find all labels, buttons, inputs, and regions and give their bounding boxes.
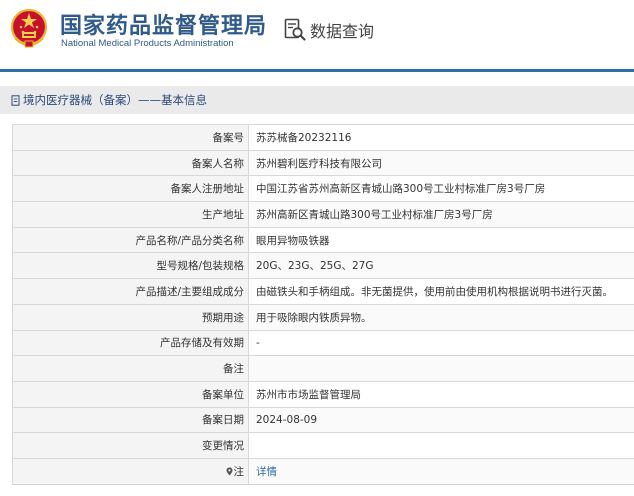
details-link[interactable]: 详情: [256, 466, 277, 478]
field-value: 苏州碧利医疗科技有限公司: [248, 149, 634, 177]
table-row: 备案单位 苏州市市场监督管理局: [12, 380, 634, 408]
field-label-text: 变更情况: [202, 440, 244, 453]
field-label: 生产地址: [12, 201, 249, 228]
field-value-text: 2024-08-09: [256, 413, 318, 426]
field-label: 备案人注册地址: [12, 175, 249, 203]
data-query-link[interactable]: 数据查询: [284, 18, 374, 42]
field-value: 苏州高新区青城山路300号工业村标准厂房3号厂房: [248, 201, 634, 228]
table-row: 预期用途 用于吸除眼内铁质异物。: [12, 303, 634, 331]
field-value: -: [248, 329, 634, 357]
table-row: 备案人注册地址 中国江苏省苏州高新区青城山路300号工业村标准厂房3号厂房: [12, 175, 634, 203]
field-value-text: 用于吸除眼内铁质异物。: [256, 311, 372, 324]
field-label: 备案号: [12, 124, 249, 151]
data-query-label: 数据查询: [310, 22, 375, 41]
field-label-text: 产品名称/产品分类名称: [135, 234, 244, 247]
field-value: 用于吸除眼内铁质异物。: [248, 303, 634, 331]
site-title-cn: 国家药品监督管理局: [60, 14, 268, 39]
field-value: 由磁铁头和手柄组成。非无菌提供，使用前由使用机构根据说明书进行灭菌。: [248, 278, 634, 305]
record-detail-table: 备案号 苏苏械备20232116 备案人名称 苏州碧利医疗科技有限公司 备案人注册地址中…: [12, 124, 634, 485]
table-row: 备注: [12, 355, 634, 382]
document-icon: [11, 94, 20, 106]
field-label: 预期用途: [12, 303, 249, 331]
field-value-text: -: [256, 336, 260, 349]
field-value: 中国江苏省苏州高新区青城山路300号工业村标准厂房3号厂房: [248, 175, 634, 203]
field-label: 产品名称/产品分类名称: [12, 226, 249, 254]
field-value-text: 苏州高新区青城山路300号工业村标准厂房3号厂房: [256, 208, 493, 221]
table-row: 型号规格/包装规格 20G、23G、25G、27G: [12, 252, 634, 280]
field-label-text: 备注: [223, 363, 244, 376]
table-row: 生产地址 苏州高新区青城山路300号工业村标准厂房3号厂房: [12, 201, 634, 228]
field-value-text: 眼用异物吸铁器: [256, 234, 330, 247]
table-row: 产品描述/主要组成成分 由磁铁头和手柄组成。非无菌提供，使用前由使用机构根据说明书…: [12, 278, 634, 305]
field-label: 型号规格/包装规格: [12, 252, 249, 280]
field-value-text: 20G、23G、25G、27G: [256, 260, 374, 273]
table-row: 产品存储及有效期 -: [12, 329, 634, 357]
site-title-en: National Medical Products Administration: [61, 38, 234, 49]
field-value: 眼用异物吸铁器: [248, 226, 634, 254]
field-label-text: 预期用途: [202, 311, 244, 324]
location-pin-icon: [226, 467, 232, 476]
field-value-text: 苏苏械备20232116: [256, 131, 352, 144]
field-label: 备注: [12, 355, 249, 382]
field-label: 产品描述/主要组成成分: [12, 278, 249, 305]
field-label-text: 备案单位: [202, 388, 244, 401]
field-value: [248, 355, 634, 382]
field-label: 注: [12, 457, 249, 485]
table-row: 备案日期 2024-08-09: [12, 406, 634, 434]
field-label-text: 备案人注册地址: [170, 183, 245, 196]
field-value: 2024-08-09: [248, 406, 634, 434]
field-label-text: 注: [233, 465, 245, 478]
field-label: 产品存储及有效期: [12, 329, 249, 357]
table-row: 备案号 苏苏械备20232116: [12, 124, 634, 151]
table-row: 产品名称/产品分类名称 眼用异物吸铁器: [12, 226, 634, 254]
field-value-text: 中国江苏省苏州高新区青城山路300号工业村标准厂房3号厂房: [256, 183, 546, 196]
field-label-text: 产品描述/主要组成成分: [135, 285, 244, 298]
field-label: 备案单位: [12, 380, 249, 408]
national-emblem-icon: [10, 8, 48, 48]
field-label-text: 生产地址: [202, 208, 244, 221]
field-label-text: 型号规格/包装规格: [156, 260, 244, 273]
table-row: 变更情况: [12, 432, 634, 459]
field-label-text: 备案日期: [202, 414, 244, 427]
field-label-text: 产品存储及有效期: [160, 337, 244, 350]
field-label-text: 备案人名称: [191, 157, 245, 170]
field-label: 备案人名称: [12, 149, 249, 177]
field-value: 苏州市市场监督管理局: [248, 380, 634, 408]
header-divider: [0, 69, 634, 72]
site-header: 国家药品监督管理局 National Medical Products Admi…: [0, 0, 634, 72]
table-row: 备案人名称 苏州碧利医疗科技有限公司: [12, 149, 634, 177]
field-value: [248, 432, 634, 459]
field-value: 详情: [248, 457, 634, 485]
data-query-icon: [284, 18, 306, 41]
field-value-text: 苏州市市场监督管理局: [256, 388, 361, 401]
table-row: 注详情: [12, 457, 634, 485]
field-value: 20G、23G、25G、27G: [248, 252, 634, 280]
field-value-text: 由磁铁头和手柄组成。非无菌提供，使用前由使用机构根据说明书进行灭菌。: [256, 285, 613, 298]
field-value: 苏苏械备20232116: [248, 124, 634, 151]
field-label: 变更情况: [12, 432, 249, 459]
field-label: 备案日期: [12, 406, 249, 434]
breadcrumb: 境内医疗器械（备案）——基本信息: [0, 86, 634, 114]
field-value-text: 苏州碧利医疗科技有限公司: [256, 157, 382, 170]
breadcrumb-text: 境内医疗器械（备案）——基本信息: [23, 93, 207, 107]
field-label-text: 备案号: [212, 131, 245, 144]
